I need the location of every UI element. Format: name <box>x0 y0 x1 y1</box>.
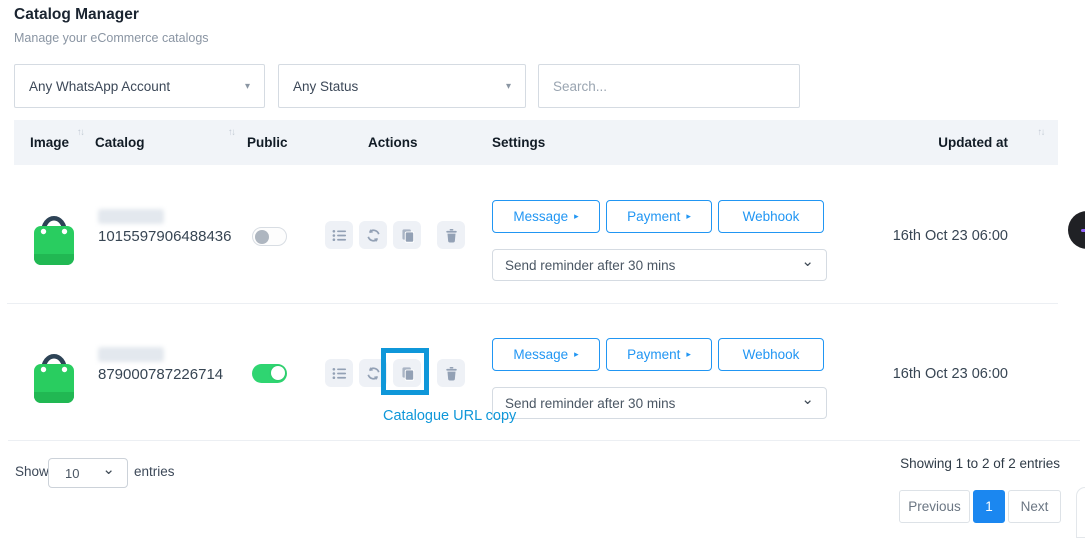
row-divider <box>7 303 1058 304</box>
reminder-select[interactable]: Send reminder after 30 mins ⌄ <box>492 249 827 281</box>
row-divider <box>8 440 1080 441</box>
sort-icon[interactable]: ↑↓ <box>77 128 84 138</box>
submenu-caret-icon: ▸ <box>574 212 579 221</box>
status-select[interactable]: Any Status ▾ <box>278 64 526 108</box>
table-header: Image ↑↓ Catalog ↑↓ Public Actions Setti… <box>14 120 1058 165</box>
toggle-knob <box>255 230 269 244</box>
catalog-id: 1015597906488436 <box>98 228 231 245</box>
trash-icon <box>444 228 459 243</box>
delete-catalog-button[interactable] <box>437 221 465 249</box>
submenu-caret-icon: ▸ <box>686 212 691 221</box>
copy-icon <box>400 228 415 243</box>
refresh-icon <box>366 228 381 243</box>
message-button-label: Message <box>513 347 568 362</box>
refresh-icon <box>366 366 381 381</box>
sync-catalog-button[interactable] <box>359 221 387 249</box>
updated-at: 16th Oct 23 06:00 <box>858 228 1008 244</box>
page-number-button[interactable]: 1 <box>973 490 1005 523</box>
whatsapp-account-select-value: Any WhatsApp Account <box>29 79 170 94</box>
entries-summary: Showing 1 to 2 of 2 entries <box>860 456 1060 471</box>
annotation-label: Catalogue URL copy <box>383 408 516 424</box>
partial-panel-edge <box>1076 487 1085 538</box>
column-header-catalog[interactable]: Catalog <box>95 120 145 165</box>
floating-widget-button[interactable] <box>1068 211 1085 249</box>
search-input[interactable] <box>538 64 800 108</box>
column-header-image[interactable]: Image <box>30 120 69 165</box>
webhook-settings-button[interactable]: Webhook <box>718 338 824 371</box>
catalog-name-redacted <box>98 347 164 362</box>
message-settings-button[interactable]: Message ▸ <box>492 200 600 233</box>
list-icon <box>332 228 347 243</box>
catalog-items-button[interactable] <box>325 221 353 249</box>
public-toggle[interactable] <box>252 227 287 246</box>
catalog-items-button[interactable] <box>325 359 353 387</box>
reminder-select-value: Send reminder after 30 mins <box>505 258 675 273</box>
submenu-caret-icon: ▸ <box>686 350 691 359</box>
widget-icon <box>1081 229 1085 232</box>
toggle-knob <box>271 366 285 380</box>
whatsapp-account-select[interactable]: Any WhatsApp Account ▾ <box>14 64 265 108</box>
payment-settings-button[interactable]: Payment ▸ <box>606 200 712 233</box>
chevron-down-icon: ⌄ <box>801 258 814 266</box>
message-button-label: Message <box>513 209 568 224</box>
payment-button-label: Payment <box>627 209 680 224</box>
list-icon <box>332 366 347 381</box>
column-header-actions[interactable]: Actions <box>368 120 418 165</box>
catalogue-url-copy-button[interactable] <box>393 221 421 249</box>
webhook-settings-button[interactable]: Webhook <box>718 200 824 233</box>
show-label: Show <box>15 464 49 479</box>
page-size-value: 10 <box>65 466 79 481</box>
message-settings-button[interactable]: Message ▸ <box>492 338 600 371</box>
sort-icon[interactable]: ↑↓ <box>1038 128 1045 138</box>
updated-at: 16th Oct 23 06:00 <box>858 366 1008 382</box>
payment-settings-button[interactable]: Payment ▸ <box>606 338 712 371</box>
catalog-name-redacted <box>98 209 164 224</box>
reminder-select[interactable]: Send reminder after 30 mins ⌄ <box>492 387 827 419</box>
submenu-caret-icon: ▸ <box>574 350 579 359</box>
column-header-settings[interactable]: Settings <box>492 120 545 165</box>
public-toggle[interactable] <box>252 364 287 383</box>
webhook-button-label: Webhook <box>743 209 800 224</box>
previous-page-button[interactable]: Previous <box>899 490 970 523</box>
trash-icon <box>444 366 459 381</box>
chevron-down-icon: ▾ <box>245 81 250 92</box>
chevron-down-icon: ⌄ <box>102 466 115 474</box>
webhook-button-label: Webhook <box>743 347 800 362</box>
status-select-value: Any Status <box>293 79 358 94</box>
page-subtitle: Manage your eCommerce catalogs <box>14 31 209 45</box>
column-header-updated-at[interactable]: Updated at <box>938 120 1008 165</box>
catalog-id: 879000787226714 <box>98 366 223 383</box>
annotation-highlight-box <box>381 348 429 395</box>
chevron-down-icon: ▾ <box>506 81 511 92</box>
sort-icon[interactable]: ↑↓ <box>228 128 235 138</box>
reminder-select-value: Send reminder after 30 mins <box>505 396 675 411</box>
chevron-down-icon: ⌄ <box>801 396 814 404</box>
page-size-select[interactable]: 10 ⌄ <box>48 458 128 488</box>
payment-button-label: Payment <box>627 347 680 362</box>
column-header-public[interactable]: Public <box>247 120 288 165</box>
delete-catalog-button[interactable] <box>437 359 465 387</box>
catalog-bag-icon <box>28 336 80 410</box>
next-page-button[interactable]: Next <box>1008 490 1061 523</box>
entries-label: entries <box>134 464 175 479</box>
page-title: Catalog Manager <box>14 6 139 24</box>
catalog-bag-icon <box>28 198 80 272</box>
